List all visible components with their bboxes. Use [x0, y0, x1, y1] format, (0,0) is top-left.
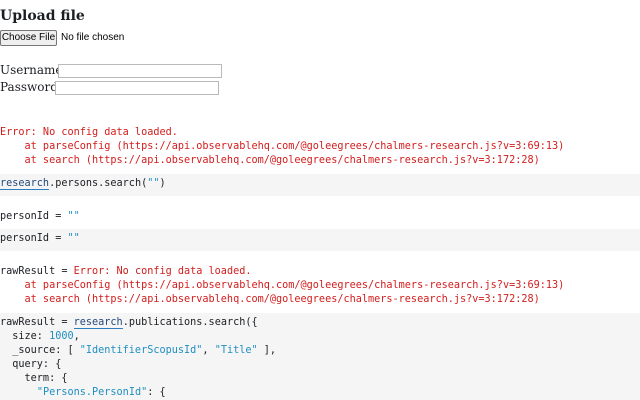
error-trace-line: at search (https://api.observablehq.com/… — [0, 294, 540, 305]
password-field[interactable] — [55, 81, 219, 95]
username-field[interactable] — [58, 64, 222, 78]
cell-output: rawResult = Error: No config data loaded… — [0, 266, 252, 277]
code-line: size: 1000, — [0, 331, 80, 342]
error-trace-line: at parseConfig (https://api.observablehq… — [0, 141, 565, 152]
error-trace-line: at search (https://api.observablehq.com/… — [0, 155, 540, 166]
error-message: Error: No config data loaded. — [0, 127, 178, 138]
choose-file-button[interactable]: Choose File — [0, 30, 57, 46]
code-line: "Persons.PersonId": { — [36, 387, 166, 398]
code-line: term: { — [0, 373, 68, 384]
code-line: _source: [ "IdentifierScopusId", "Title"… — [0, 345, 277, 356]
code-cell[interactable] — [0, 229, 640, 251]
error-trace-line: at parseConfig (https://api.observablehq… — [0, 280, 565, 291]
code-line: rawResult = research.publications.search… — [0, 317, 258, 329]
code-line: query: { — [0, 359, 62, 370]
password-label: Password: — [0, 80, 62, 94]
page-title: Upload file — [0, 8, 85, 24]
reference-link[interactable]: research — [73, 317, 123, 329]
no-file-status: No file chosen — [61, 32, 125, 43]
code-line: personId = "" — [0, 233, 80, 244]
username-label: Username: — [0, 63, 67, 77]
cell-output: personId = "" — [0, 211, 80, 222]
reference-link[interactable]: research — [0, 178, 50, 190]
code-line: research.persons.search("") — [0, 178, 166, 190]
